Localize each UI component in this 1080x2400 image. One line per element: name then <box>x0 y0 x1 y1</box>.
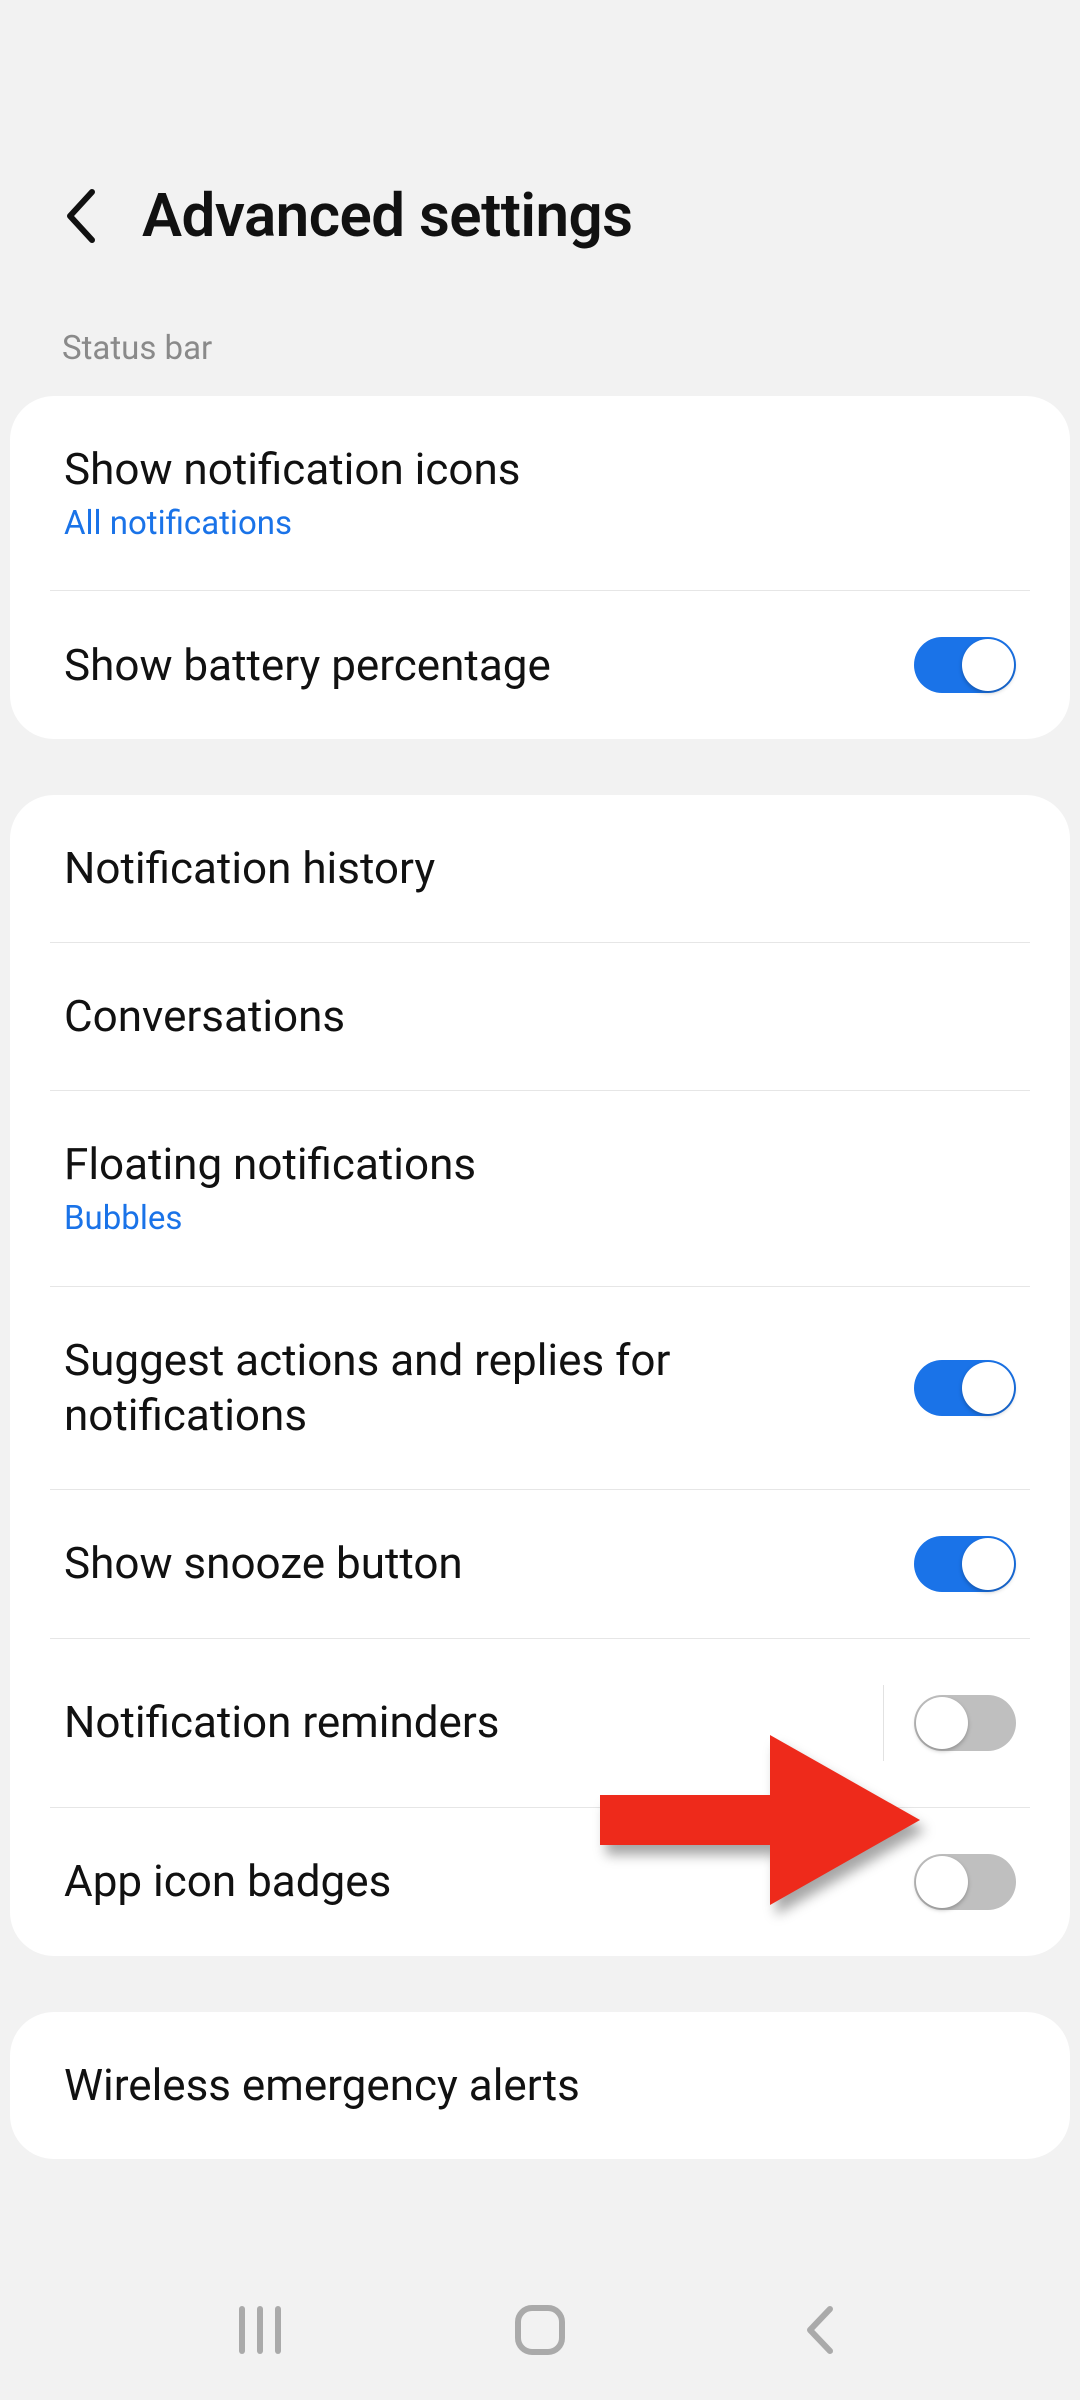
home-button[interactable] <box>480 2300 600 2360</box>
row-wireless-emergency-alerts[interactable]: Wireless emergency alerts <box>10 2012 1070 2159</box>
nav-back-button[interactable] <box>760 2300 880 2360</box>
chevron-left-icon <box>62 188 98 244</box>
card-notification-options: Notification history Conversations Float… <box>10 795 1070 1955</box>
row-title: Suggest actions and replies for notifica… <box>64 1333 874 1443</box>
toggle-knob <box>962 1538 1014 1590</box>
home-icon <box>512 2302 568 2358</box>
toggle-knob <box>916 1856 968 1908</box>
card-status-bar: Show notification icons All notification… <box>10 396 1070 739</box>
row-sub: All notifications <box>64 503 976 544</box>
row-title: Show battery percentage <box>64 638 874 693</box>
row-floating-notifications[interactable]: Floating notifications Bubbles <box>10 1091 1070 1285</box>
row-title: Show snooze button <box>64 1536 874 1591</box>
notification-reminders-toggle[interactable] <box>914 1695 1016 1751</box>
row-show-battery-percentage[interactable]: Show battery percentage <box>10 591 1070 739</box>
chevron-left-icon <box>802 2305 838 2355</box>
row-notification-history[interactable]: Notification history <box>10 795 1070 942</box>
row-app-icon-badges[interactable]: App icon badges <box>10 1808 1070 1956</box>
app-icon-badges-toggle[interactable] <box>914 1854 1016 1910</box>
row-title: App icon badges <box>64 1854 874 1909</box>
row-conversations[interactable]: Conversations <box>10 943 1070 1090</box>
recents-icon <box>232 2305 288 2355</box>
row-title: Notification history <box>64 841 976 896</box>
row-suggest-actions[interactable]: Suggest actions and replies for notifica… <box>10 1287 1070 1489</box>
row-show-snooze[interactable]: Show snooze button <box>10 1490 1070 1638</box>
suggest-actions-toggle[interactable] <box>914 1360 1016 1416</box>
row-notification-reminders[interactable]: Notification reminders <box>10 1639 1070 1807</box>
row-title: Floating notifications <box>64 1137 976 1192</box>
section-header-status-bar: Status bar <box>0 311 1080 396</box>
row-title: Wireless emergency alerts <box>64 2058 976 2113</box>
toggle-knob <box>916 1697 968 1749</box>
row-title: Notification reminders <box>64 1695 843 1750</box>
back-button[interactable] <box>50 186 110 246</box>
show-snooze-toggle[interactable] <box>914 1536 1016 1592</box>
row-title: Show notification icons <box>64 442 976 497</box>
row-sub: Bubbles <box>64 1198 976 1239</box>
vertical-divider <box>883 1685 884 1761</box>
recents-button[interactable] <box>200 2300 320 2360</box>
row-show-notification-icons[interactable]: Show notification icons All notification… <box>10 396 1070 590</box>
show-battery-percentage-toggle[interactable] <box>914 637 1016 693</box>
page-title: Advanced settings <box>142 180 632 251</box>
toggle-knob <box>962 639 1014 691</box>
card-wireless-emergency-alerts: Wireless emergency alerts <box>10 2012 1070 2159</box>
toggle-knob <box>962 1362 1014 1414</box>
row-title: Conversations <box>64 989 976 1044</box>
system-nav-bar <box>0 2260 1080 2400</box>
